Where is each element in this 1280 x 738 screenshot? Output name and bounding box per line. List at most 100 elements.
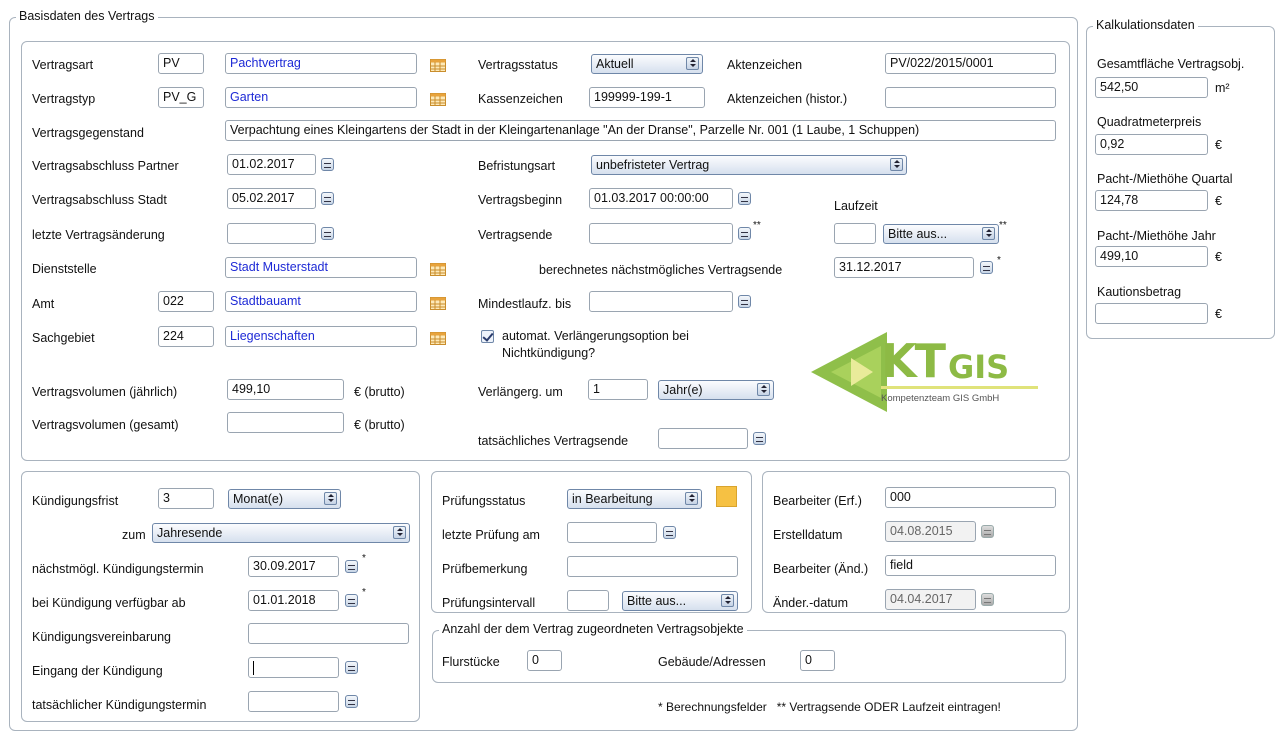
sachgebiet-lookup-icon[interactable] bbox=[430, 332, 446, 345]
jahr-unit: € bbox=[1215, 250, 1222, 264]
eingang-field[interactable] bbox=[248, 657, 339, 678]
berechnetes-ende-mark: * bbox=[997, 255, 1001, 266]
vertragsart-code-field[interactable]: PV bbox=[158, 53, 204, 74]
bearbeiter-erf-label: Bearbeiter (Erf.) bbox=[773, 494, 862, 508]
abschluss-stadt-date-button[interactable] bbox=[321, 192, 334, 205]
mindestlaufz-date-button[interactable] bbox=[738, 295, 751, 308]
tatsaechlich-field[interactable] bbox=[248, 691, 339, 712]
verlaengerung-unit-value: Jahr(e) bbox=[663, 383, 703, 397]
kuendigungsfrist-unit-select[interactable]: Monat(e) bbox=[228, 489, 341, 509]
gebaeude-field[interactable]: 0 bbox=[800, 650, 835, 671]
amt-field[interactable]: Stadtbauamt bbox=[225, 291, 417, 312]
abschluss-stadt-field[interactable]: 05.02.2017 bbox=[227, 188, 316, 209]
naechstmoegl-field[interactable]: 30.09.2017 bbox=[248, 556, 339, 577]
chevron-down-icon bbox=[890, 158, 903, 171]
letzte-aenderung-field[interactable] bbox=[227, 223, 316, 244]
mindestlaufz-label: Mindestlaufz. bis bbox=[478, 297, 572, 311]
laufzeit-unit-value: Bitte aus... bbox=[888, 227, 948, 241]
vereinbarung-field[interactable] bbox=[248, 623, 409, 644]
vertragsstatus-select[interactable]: Aktuell bbox=[591, 54, 703, 74]
bearbeiter-aend-field[interactable]: field bbox=[885, 555, 1056, 576]
naechstmoegl-date-button[interactable] bbox=[345, 560, 358, 573]
verfuegbar-ab-date-button[interactable] bbox=[345, 594, 358, 607]
verlaengerung-unit-select[interactable]: Jahr(e) bbox=[658, 380, 774, 400]
berechnetes-ende-field[interactable]: 31.12.2017 bbox=[834, 257, 974, 278]
gesamtflaeche-field[interactable]: 542,50 bbox=[1095, 77, 1208, 98]
amt-label: Amt bbox=[32, 297, 55, 311]
kuendigungsfrist-field[interactable]: 3 bbox=[158, 488, 214, 509]
footnote: * Berechnungsfelder ** Vertragsende ODER… bbox=[658, 700, 1001, 714]
pruefungsstatus-select[interactable]: in Bearbeitung bbox=[567, 489, 702, 509]
tatsaechliches-ende-date-button[interactable] bbox=[753, 432, 766, 445]
vertragstyp-code-field[interactable]: PV_G bbox=[158, 87, 204, 108]
naechstmoegl-label: nächstmögl. Kündigungstermin bbox=[32, 562, 204, 576]
dienststelle-field[interactable]: Stadt Musterstadt bbox=[225, 257, 417, 278]
sachgebiet-code-field[interactable]: 224 bbox=[158, 326, 214, 347]
vertragsende-date-button[interactable] bbox=[738, 227, 751, 240]
aenderdatum-label: Änder.-datum bbox=[773, 596, 849, 610]
kassenzeichen-field[interactable]: 199999-199-1 bbox=[589, 87, 705, 108]
letzte-pruefung-label: letzte Prüfung am bbox=[442, 528, 540, 542]
ktgis-logo-gis: GIS bbox=[948, 348, 1010, 386]
volumen-gesamt-field[interactable] bbox=[227, 412, 344, 433]
abschluss-stadt-label: Vertragsabschluss Stadt bbox=[32, 193, 167, 207]
flurstuecke-field[interactable]: 0 bbox=[527, 650, 562, 671]
zum-select[interactable]: Jahresende bbox=[152, 523, 410, 543]
laufzeit-field[interactable] bbox=[834, 223, 876, 244]
abschluss-partner-date-button[interactable] bbox=[321, 158, 334, 171]
qm-preis-unit: € bbox=[1215, 138, 1222, 152]
verfuegbar-ab-field[interactable]: 01.01.2018 bbox=[248, 590, 339, 611]
kassenzeichen-label: Kassenzeichen bbox=[478, 92, 563, 106]
letzte-aenderung-date-button[interactable] bbox=[321, 227, 334, 240]
bearbeiter-erf-field[interactable]: 000 bbox=[885, 487, 1056, 508]
befristungsart-select[interactable]: unbefristeter Vertrag bbox=[591, 155, 907, 175]
naechstmoegl-mark: * bbox=[362, 553, 366, 564]
laufzeit-unit-select[interactable]: Bitte aus... bbox=[883, 224, 999, 244]
tatsaechliches-ende-label: tatsächliches Vertragsende bbox=[478, 434, 629, 448]
dienststelle-lookup-icon[interactable] bbox=[430, 263, 446, 276]
qm-preis-field[interactable]: 0,92 bbox=[1095, 134, 1208, 155]
aktenzeichen-histor-field[interactable] bbox=[885, 87, 1056, 108]
erstelldatum-date-button bbox=[981, 525, 994, 538]
gebaeude-label: Gebäude/Adressen bbox=[658, 655, 766, 669]
berechnetes-ende-label: berechnetes nächstmögliches Vertragsende bbox=[539, 263, 783, 277]
kaution-field[interactable] bbox=[1095, 303, 1208, 324]
aktenzeichen-field[interactable]: PV/022/2015/0001 bbox=[885, 53, 1056, 74]
pruefungsintervall-label: Prüfungsintervall bbox=[442, 596, 536, 610]
berechnetes-ende-date-button[interactable] bbox=[980, 261, 993, 274]
amt-code-field[interactable]: 022 bbox=[158, 291, 214, 312]
vertragsgegenstand-field[interactable]: Verpachtung eines Kleingartens der Stadt… bbox=[225, 120, 1056, 141]
vertragstyp-field[interactable]: Garten bbox=[225, 87, 417, 108]
volumen-jaehrlich-field[interactable]: 499,10 bbox=[227, 379, 344, 400]
vertragsbeginn-field[interactable]: 01.03.2017 00:00:00 bbox=[589, 188, 733, 209]
amt-lookup-icon[interactable] bbox=[430, 297, 446, 310]
letzte-pruefung-date-button[interactable] bbox=[663, 526, 676, 539]
tatsaechliches-ende-field[interactable] bbox=[658, 428, 748, 449]
letzte-aenderung-label: letzte Vertragsänderung bbox=[32, 228, 165, 242]
pruefbemerkung-field[interactable] bbox=[567, 556, 738, 577]
eingang-date-button[interactable] bbox=[345, 661, 358, 674]
aktenzeichen-label: Aktenzeichen bbox=[727, 58, 803, 72]
abschluss-partner-field[interactable]: 01.02.2017 bbox=[227, 154, 316, 175]
jahr-field[interactable]: 499,10 bbox=[1095, 246, 1208, 267]
vertragsstatus-label: Vertragsstatus bbox=[478, 58, 558, 72]
gesamtflaeche-unit: m² bbox=[1215, 81, 1230, 95]
vertragsbeginn-date-button[interactable] bbox=[738, 192, 751, 205]
letzte-pruefung-field[interactable] bbox=[567, 522, 657, 543]
mindestlaufz-field[interactable] bbox=[589, 291, 733, 312]
tatsaechlich-date-button[interactable] bbox=[345, 695, 358, 708]
verlaengerung-option-label-2: Nichtkündigung? bbox=[502, 346, 596, 360]
vertragsende-field[interactable] bbox=[589, 223, 733, 244]
quartal-field[interactable]: 124,78 bbox=[1095, 190, 1208, 211]
pruefungsintervall-unit-select[interactable]: Bitte aus... bbox=[622, 591, 738, 611]
verlaengerung-option-checkbox[interactable] bbox=[481, 330, 494, 343]
vertragsgegenstand-label: Vertragsgegenstand bbox=[32, 126, 144, 140]
vertragsart-lookup-icon[interactable] bbox=[430, 59, 446, 72]
sachgebiet-field[interactable]: Liegenschaften bbox=[225, 326, 417, 347]
vertragsart-field[interactable]: Pachtvertrag bbox=[225, 53, 417, 74]
kalkulation-legend: Kalkulationsdaten bbox=[1093, 18, 1198, 32]
ktgis-logo-mark-icon bbox=[811, 332, 887, 412]
pruefungsintervall-field[interactable] bbox=[567, 590, 609, 611]
vertragstyp-lookup-icon[interactable] bbox=[430, 93, 446, 106]
verlaengerung-um-field[interactable]: 1 bbox=[588, 379, 648, 400]
